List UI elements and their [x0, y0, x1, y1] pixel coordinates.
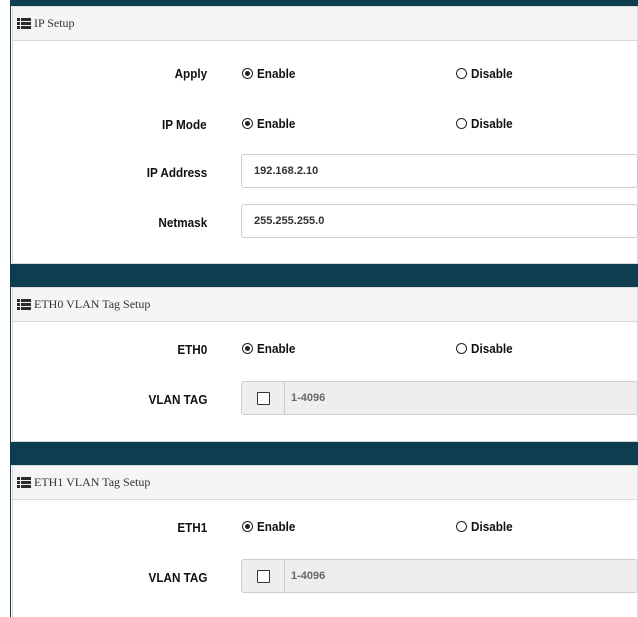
eth1-vlan-tag-group: 1-4096 — [241, 559, 638, 593]
eth0-disable-radio[interactable]: Disable — [456, 341, 517, 356]
eth0-enable-label: Enable — [257, 341, 296, 356]
eth0-vlan-title: ETH0 VLAN Tag Setup — [34, 297, 151, 311]
ip-mode-enable-label: Enable — [257, 116, 296, 131]
apply-label: Apply — [174, 66, 207, 81]
eth1-vlan-tag-checkbox-addon — [242, 560, 285, 592]
radio-unchecked-icon[interactable] — [456, 521, 467, 532]
eth0-row: ETH0 Enable Disable — [13, 322, 638, 372]
eth0-enable-radio[interactable]: Enable — [242, 341, 300, 356]
ip-address-input[interactable] — [241, 154, 638, 188]
eth0-label: ETH0 — [177, 342, 207, 357]
ip-address-row: IP Address — [13, 141, 638, 191]
ip-setup-panel: IP Setup Apply Enable Disable IP Mode En… — [12, 6, 638, 264]
netmask-label: Netmask — [158, 215, 207, 230]
radio-checked-icon[interactable] — [242, 521, 253, 532]
eth1-label: ETH1 — [177, 520, 207, 535]
eth1-vlan-tag-row: VLAN TAG 1-4096 — [13, 550, 638, 600]
eth1-enable-radio[interactable]: Enable — [242, 519, 300, 534]
radio-checked-icon[interactable] — [242, 343, 253, 354]
list-icon — [17, 477, 31, 488]
eth1-vlan-tag-checkbox[interactable] — [256, 569, 270, 583]
eth0-vlan-tag-label: VLAN TAG — [148, 392, 207, 407]
eth1-vlan-tag-label: VLAN TAG — [148, 570, 207, 585]
eth0-vlan-header: ETH0 VLAN Tag Setup — [13, 288, 637, 322]
radio-unchecked-icon[interactable] — [456, 68, 467, 79]
apply-enable-radio[interactable]: Enable — [242, 66, 300, 81]
eth0-vlan-tag-row: VLAN TAG 1-4096 — [13, 372, 638, 422]
eth1-disable-radio[interactable]: Disable — [456, 519, 517, 534]
eth0-vlan-tag-input[interactable]: 1-4096 — [285, 382, 325, 414]
netmask-input[interactable] — [241, 204, 638, 238]
apply-disable-label: Disable — [471, 66, 513, 81]
ip-setup-title: IP Setup — [34, 16, 75, 30]
ip-mode-disable-radio[interactable]: Disable — [456, 116, 517, 131]
section-divider — [11, 442, 638, 465]
netmask-row: Netmask — [13, 191, 638, 241]
eth1-row: ETH1 Enable Disable — [13, 500, 638, 550]
ip-setup-header: IP Setup — [13, 7, 637, 41]
radio-checked-icon[interactable] — [242, 68, 253, 79]
ip-mode-enable-radio[interactable]: Enable — [242, 116, 300, 131]
apply-enable-label: Enable — [257, 66, 296, 81]
eth1-vlan-tag-input[interactable]: 1-4096 — [285, 560, 325, 592]
section-divider — [11, 264, 638, 287]
eth0-vlan-panel: ETH0 VLAN Tag Setup ETH0 Enable Disable … — [12, 287, 638, 442]
ip-mode-disable-label: Disable — [471, 116, 513, 131]
radio-unchecked-icon[interactable] — [456, 343, 467, 354]
radio-checked-icon[interactable] — [242, 118, 253, 129]
eth0-disable-label: Disable — [471, 341, 513, 356]
apply-disable-radio[interactable]: Disable — [456, 66, 517, 81]
ip-address-label: IP Address — [146, 165, 207, 180]
list-icon — [17, 299, 31, 310]
apply-row: Apply Enable Disable — [13, 41, 638, 91]
page-left-border — [10, 0, 11, 617]
eth1-vlan-title: ETH1 VLAN Tag Setup — [34, 475, 151, 489]
ip-mode-row: IP Mode Enable Disable — [13, 91, 638, 141]
eth1-vlan-header: ETH1 VLAN Tag Setup — [13, 466, 637, 500]
list-icon — [17, 18, 31, 29]
eth1-enable-label: Enable — [257, 519, 296, 534]
eth1-vlan-panel: ETH1 VLAN Tag Setup ETH1 Enable Disable … — [12, 465, 638, 617]
eth0-vlan-tag-checkbox-addon — [242, 382, 285, 414]
radio-unchecked-icon[interactable] — [456, 118, 467, 129]
eth0-vlan-tag-group: 1-4096 — [241, 381, 638, 415]
eth1-disable-label: Disable — [471, 519, 513, 534]
eth0-vlan-tag-checkbox[interactable] — [256, 391, 270, 405]
ip-mode-label: IP Mode — [162, 117, 207, 132]
